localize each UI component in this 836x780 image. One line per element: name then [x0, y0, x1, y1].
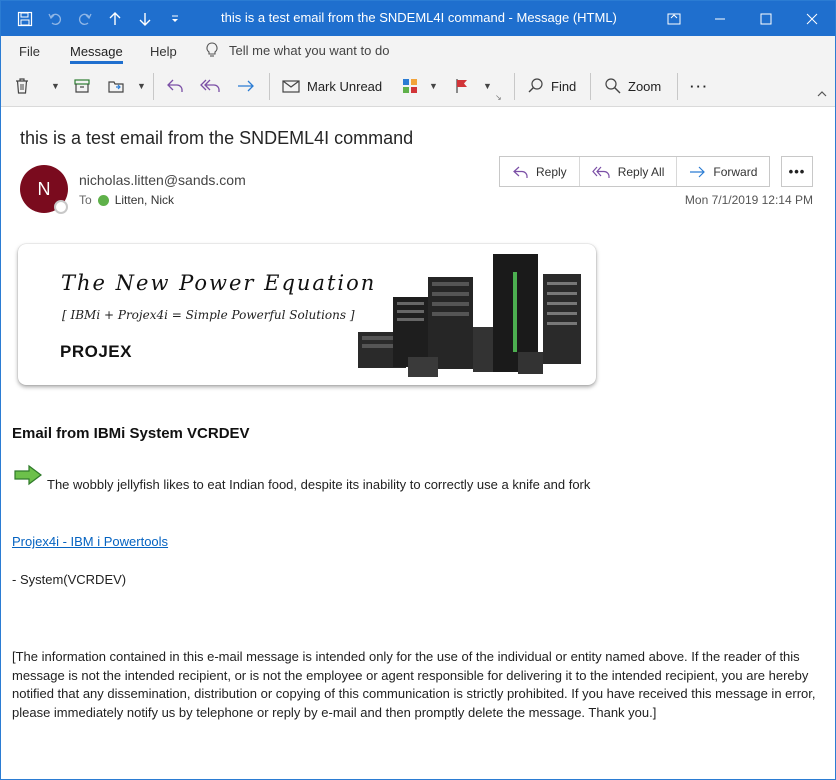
- close-icon[interactable]: [789, 1, 835, 36]
- ribbon-tabs: File Message Help Tell me what you want …: [1, 36, 835, 66]
- tell-me-search[interactable]: Tell me what you want to do: [205, 42, 389, 58]
- move-button[interactable]: ▼: [107, 72, 146, 100]
- window-controls: [651, 1, 835, 36]
- ribbon-toolbar: ▼ ▼ Mark Unread ▼ ▼ ↘ Find Zoom ···: [1, 66, 835, 107]
- mark-unread-label: Mark Unread: [307, 78, 383, 94]
- title-bar: this is a test email from the SNDEML4I c…: [1, 1, 835, 36]
- presence-status-icon: [54, 200, 68, 214]
- move-icon: [108, 81, 124, 93]
- sent-date: Mon 7/1/2019 12:14 PM: [684, 193, 813, 207]
- reply-icon: [513, 166, 528, 178]
- reply-icon: [167, 79, 183, 92]
- ribbon-divider: [590, 73, 591, 100]
- forward-icon: [238, 80, 254, 92]
- servers-illustration: [358, 254, 581, 377]
- disclaimer-text: [The information contained in this e-mai…: [12, 649, 816, 720]
- to-label: To: [79, 193, 92, 207]
- system-signature: - System(VCRDEV): [12, 572, 127, 587]
- tab-file[interactable]: File: [19, 44, 40, 59]
- banner-subtitle: [ IBMi + Projex4i = Simple Powerful Solu…: [62, 308, 355, 322]
- reply-ribbon-button[interactable]: [165, 72, 185, 100]
- online-status-icon: [97, 194, 109, 206]
- find-button[interactable]: Find: [527, 72, 576, 100]
- sender-address[interactable]: nicholas.litten@sands.com: [79, 172, 246, 188]
- green-arrow-icon: [14, 464, 42, 486]
- outlook-message-window: this is a test email from the SNDEML4I c…: [0, 0, 836, 780]
- save-icon[interactable]: [13, 7, 37, 31]
- chevron-down-icon: ▼: [483, 81, 492, 91]
- forward-ribbon-button[interactable]: [236, 72, 256, 100]
- zoom-label: Zoom: [628, 78, 662, 94]
- mark-unread-button[interactable]: Mark Unread: [281, 72, 382, 100]
- body-heading: Email from IBMi System VCRDEV: [12, 425, 250, 442]
- archive-icon: [74, 79, 90, 93]
- more-commands-button[interactable]: ···: [690, 72, 709, 100]
- arrow-up-icon[interactable]: [103, 7, 127, 31]
- ribbon-display-icon[interactable]: [651, 1, 697, 36]
- maximize-icon[interactable]: [743, 1, 789, 36]
- zoom-icon: [605, 78, 621, 94]
- ribbon-divider: [153, 73, 154, 100]
- delete-button[interactable]: ▼: [13, 72, 60, 100]
- message-subject: this is a test email from the SNDEML4I c…: [20, 128, 414, 148]
- archive-button[interactable]: [73, 72, 91, 100]
- flag-icon: [456, 79, 467, 93]
- tell-me-text: Tell me what you want to do: [229, 42, 390, 58]
- tab-message[interactable]: Message: [70, 44, 123, 64]
- window-title: this is a test email from the SNDEML4I c…: [221, 10, 617, 25]
- reply-all-icon: [591, 166, 610, 178]
- search-icon: [528, 78, 543, 93]
- tab-help[interactable]: Help: [150, 44, 177, 59]
- projex-logo: PROJEX: [60, 342, 132, 361]
- projex-banner-image: The New Power Equation [ IBMi + Projex4i…: [18, 244, 596, 385]
- reply-all-button[interactable]: Reply All: [580, 157, 678, 186]
- dialog-launcher-icon[interactable]: ↘: [495, 92, 502, 102]
- quick-access-toolbar: [13, 7, 187, 31]
- redo-icon[interactable]: [73, 7, 97, 31]
- reply-all-label: Reply All: [617, 164, 665, 179]
- lightbulb-icon: [206, 42, 218, 57]
- chevron-down-icon: ▼: [137, 81, 146, 91]
- zoom-button[interactable]: Zoom: [604, 72, 661, 100]
- ribbon-divider: [269, 73, 270, 100]
- recipient-line: To Litten, Nick: [79, 193, 174, 207]
- undo-icon[interactable]: [43, 7, 67, 31]
- categorize-icon: [403, 79, 417, 93]
- recipient-name[interactable]: Litten, Nick: [115, 193, 174, 207]
- categorize-button[interactable]: ▼: [401, 72, 438, 100]
- minimize-icon[interactable]: [697, 1, 743, 36]
- forward-label: Forward: [713, 164, 758, 179]
- follow-up-button[interactable]: ▼: [453, 72, 492, 100]
- reply-label: Reply: [536, 164, 567, 179]
- reply-all-icon: [200, 79, 220, 92]
- projex-link[interactable]: Projex4i - IBM i Powertools: [12, 534, 168, 549]
- ribbon-divider: [677, 73, 678, 100]
- more-actions-button[interactable]: •••: [781, 156, 813, 187]
- find-label: Find: [551, 78, 577, 94]
- message-actions: Reply Reply All Forward: [499, 156, 771, 187]
- forward-button[interactable]: Forward: [677, 157, 769, 186]
- customize-qat-icon[interactable]: [163, 7, 187, 31]
- reply-button[interactable]: Reply: [500, 157, 580, 186]
- body-message-text: The wobbly jellyfish likes to eat Indian…: [47, 477, 591, 492]
- chevron-down-icon: ▼: [51, 81, 60, 91]
- reply-all-ribbon-button[interactable]: [200, 72, 222, 100]
- envelope-icon: [282, 80, 300, 93]
- trash-icon: [16, 78, 28, 94]
- arrow-down-icon[interactable]: [133, 7, 157, 31]
- collapse-ribbon-icon[interactable]: [817, 90, 827, 101]
- chevron-down-icon: ▼: [429, 81, 438, 91]
- forward-icon: [690, 166, 706, 177]
- banner-title: The New Power Equation: [61, 271, 377, 295]
- ribbon-divider: [514, 73, 515, 100]
